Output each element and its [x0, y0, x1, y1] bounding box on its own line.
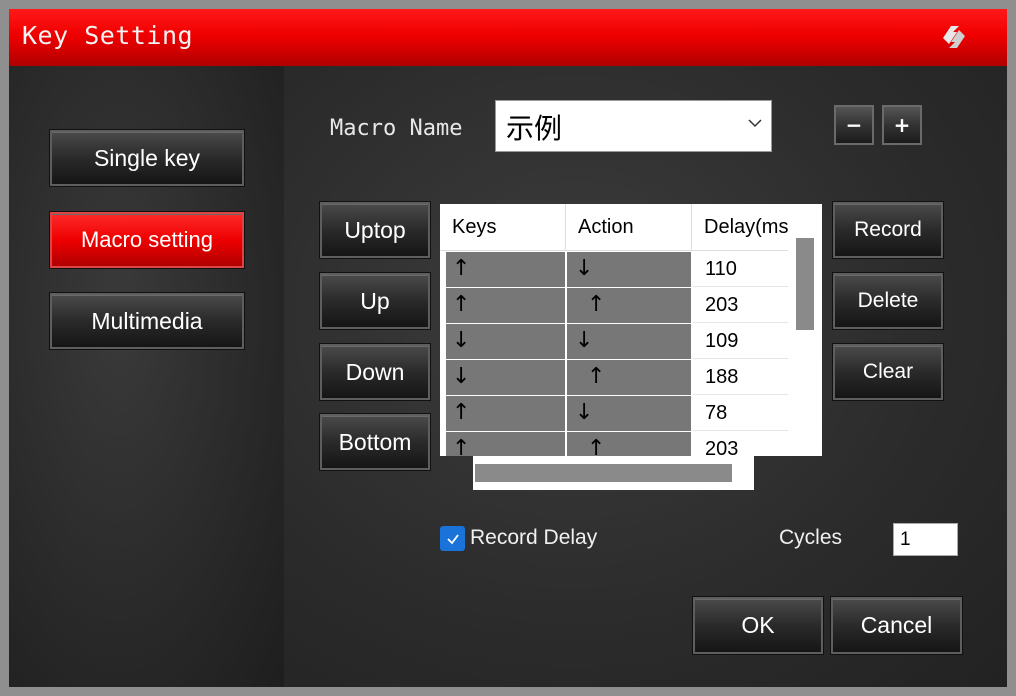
- title-bar: Key Setting: [9, 9, 1007, 66]
- record-delay-checkbox[interactable]: [440, 526, 465, 551]
- table-vertical-scrollbar[interactable]: [788, 204, 822, 456]
- sidebar-item-single-key[interactable]: Single key: [50, 130, 244, 186]
- column-header-action[interactable]: Action: [566, 204, 692, 251]
- delay-cell: 109: [693, 324, 790, 359]
- action-cell: ↓: [567, 324, 692, 359]
- action-cell: ↑: [567, 360, 692, 395]
- bottom-button[interactable]: Bottom: [320, 414, 430, 470]
- sidebar-item-label: Macro setting: [80, 227, 214, 252]
- table-row[interactable]: ↑ ↑ 203: [440, 288, 790, 324]
- delay-cell: 203: [693, 288, 790, 323]
- column-header-delay[interactable]: Delay(ms: [692, 204, 792, 251]
- keys-cell: ↓: [446, 360, 566, 395]
- macro-steps-table: Keys Action Delay(ms ↑ ↓ 110 ↑ ↑ 203 ↓ ↓ 109 ↓ ↑ 18…: [440, 204, 822, 456]
- macro-name-label: Macro Name: [330, 116, 463, 141]
- sidebar-item-multimedia[interactable]: Multimedia: [50, 293, 244, 349]
- delay-cell: 110: [693, 252, 790, 287]
- action-cell: ↑: [567, 288, 692, 323]
- column-header-keys[interactable]: Keys: [440, 204, 566, 251]
- delay-cell: 203: [693, 432, 790, 456]
- action-cell: ↑: [567, 432, 692, 456]
- chevron-down-icon: [748, 119, 762, 128]
- cycles-input[interactable]: 1: [893, 523, 958, 556]
- window-title: Key Setting: [22, 21, 194, 50]
- cancel-button[interactable]: Cancel: [831, 597, 962, 654]
- remove-macro-button[interactable]: −: [834, 105, 874, 145]
- keys-cell: ↑: [446, 288, 566, 323]
- table-row[interactable]: ↑ ↓ 78: [440, 396, 790, 432]
- add-macro-button[interactable]: +: [882, 105, 922, 145]
- uptop-button[interactable]: Uptop: [320, 202, 430, 258]
- table-row[interactable]: ↑ ↑ 203: [440, 432, 790, 456]
- macro-name-select[interactable]: 示例: [495, 100, 772, 152]
- record-button[interactable]: Record: [833, 202, 943, 258]
- action-cell: ↓: [567, 396, 692, 431]
- ok-button[interactable]: OK: [693, 597, 823, 654]
- refresh-arrows-icon[interactable]: [937, 22, 971, 52]
- macro-name-value: 示例: [506, 112, 563, 145]
- scrollbar-thumb[interactable]: [796, 238, 814, 330]
- scrollbar-thumb[interactable]: [475, 464, 732, 482]
- sidebar-item-macro-setting[interactable]: Macro setting: [50, 212, 244, 268]
- key-setting-window: Key Setting Single key Macro setting Mul…: [0, 0, 1016, 696]
- table-horizontal-scrollbar[interactable]: [473, 456, 754, 490]
- delay-cell: 188: [693, 360, 790, 395]
- keys-cell: ↓: [446, 324, 566, 359]
- up-button[interactable]: Up: [320, 273, 430, 329]
- table-row[interactable]: ↓ ↑ 188: [440, 360, 790, 396]
- record-delay-label[interactable]: Record Delay: [470, 526, 597, 550]
- delay-cell: 78: [693, 396, 790, 431]
- table-row[interactable]: ↑ ↓ 110: [440, 252, 790, 288]
- clear-button[interactable]: Clear: [833, 344, 943, 400]
- delete-button[interactable]: Delete: [833, 273, 943, 329]
- down-button[interactable]: Down: [320, 344, 430, 400]
- checkmark-icon: [446, 533, 459, 544]
- table-row[interactable]: ↓ ↓ 109: [440, 324, 790, 360]
- action-cell: ↓: [567, 252, 692, 287]
- sidebar-item-label: Single key: [93, 144, 201, 171]
- keys-cell: ↑: [446, 252, 566, 287]
- keys-cell: ↑: [446, 396, 566, 431]
- sidebar-item-label: Multimedia: [91, 307, 203, 334]
- keys-cell: ↑: [446, 432, 566, 456]
- cycles-label: Cycles: [779, 526, 843, 549]
